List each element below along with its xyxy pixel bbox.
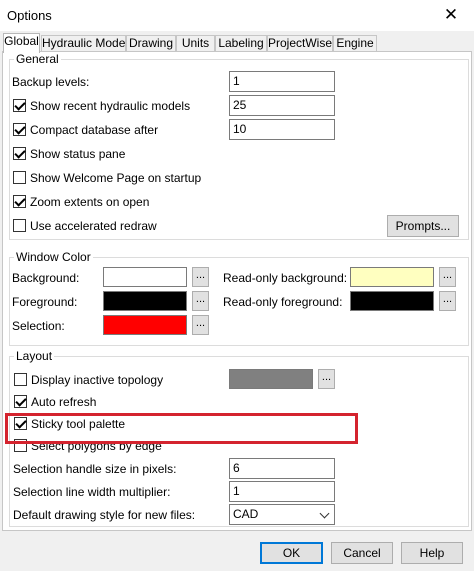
ro-background-label: Read-only background: — [223, 271, 348, 285]
ro-foreground-browse-button[interactable]: ... — [439, 291, 456, 311]
layout-group-title: Layout — [14, 349, 55, 363]
zoom-extents-checkbox[interactable] — [13, 195, 26, 208]
background-label: Background: — [12, 271, 80, 285]
backup-levels-input[interactable]: 1 — [229, 71, 335, 92]
tab-projectwise[interactable]: ProjectWise — [267, 35, 333, 52]
sticky-palette-label: Sticky tool palette — [31, 417, 126, 431]
tab-strip: Global Hydraulic Model Drawing Units Lab… — [0, 33, 474, 53]
tab-hydraulic-model[interactable]: Hydraulic Model — [41, 35, 128, 52]
show-recent-input[interactable]: 25 — [229, 95, 335, 116]
cancel-button[interactable]: Cancel — [331, 542, 393, 564]
backup-levels-label: Backup levels: — [12, 75, 90, 89]
drawing-style-label: Default drawing style for new files: — [13, 508, 196, 522]
welcome-page-label: Show Welcome Page on startup — [30, 171, 202, 185]
handle-size-input[interactable]: 6 — [229, 458, 335, 479]
title-bar: Options ✕ — [0, 0, 474, 31]
background-color-swatch[interactable] — [103, 267, 187, 287]
compact-db-checkbox[interactable] — [13, 123, 26, 136]
select-polygons-label: Select polygons by edge — [31, 439, 162, 453]
close-icon[interactable]: ✕ — [436, 3, 466, 27]
compact-db-label: Compact database after — [30, 123, 159, 137]
show-recent-label: Show recent hydraulic models — [30, 99, 191, 113]
tab-units[interactable]: Units — [176, 35, 215, 52]
help-button[interactable]: Help — [401, 542, 463, 564]
handle-size-label: Selection handle size in pixels: — [13, 462, 177, 476]
selection-color-swatch[interactable] — [103, 315, 187, 335]
inactive-topology-browse-button[interactable]: ... — [318, 369, 335, 389]
tab-drawing[interactable]: Drawing — [126, 35, 176, 52]
general-group: General Backup levels: 1 Show recent hyd… — [9, 52, 469, 240]
tab-global[interactable]: Global — [3, 33, 40, 53]
foreground-label: Foreground: — [12, 295, 78, 309]
window-color-group: Window Color Background: ... Read-only b… — [9, 250, 469, 346]
line-width-label: Selection line width multiplier: — [13, 485, 171, 499]
layout-group: Layout Display inactive topology ... Aut… — [9, 349, 469, 527]
foreground-color-swatch[interactable] — [103, 291, 187, 311]
prompts-button[interactable]: Prompts... — [387, 215, 459, 237]
welcome-page-checkbox[interactable] — [13, 171, 26, 184]
selection-browse-button[interactable]: ... — [192, 315, 209, 335]
zoom-extents-label: Zoom extents on open — [30, 195, 150, 209]
auto-refresh-label: Auto refresh — [31, 395, 97, 409]
ok-button[interactable]: OK — [260, 542, 323, 564]
ro-background-browse-button[interactable]: ... — [439, 267, 456, 287]
ro-background-color-swatch[interactable] — [350, 267, 434, 287]
line-width-input[interactable]: 1 — [229, 481, 335, 502]
general-group-title: General — [14, 52, 61, 66]
show-recent-checkbox[interactable] — [13, 99, 26, 112]
compact-db-input[interactable]: 10 — [229, 119, 335, 140]
ro-foreground-label: Read-only foreground: — [223, 295, 343, 309]
accelerated-redraw-label: Use accelerated redraw — [30, 219, 157, 233]
select-polygons-checkbox[interactable] — [14, 439, 27, 452]
sticky-palette-checkbox[interactable] — [14, 417, 27, 430]
inactive-topology-label: Display inactive topology — [31, 373, 164, 387]
window-color-group-title: Window Color — [14, 250, 93, 264]
ro-foreground-color-swatch[interactable] — [350, 291, 434, 311]
tab-engine[interactable]: Engine — [333, 35, 377, 52]
inactive-topology-color-swatch[interactable] — [229, 369, 313, 389]
tab-panel-global: General Backup levels: 1 Show recent hyd… — [2, 51, 472, 531]
drawing-style-select[interactable]: CAD — [229, 504, 335, 525]
status-pane-checkbox[interactable] — [13, 147, 26, 160]
selection-label: Selection: — [12, 319, 65, 333]
background-browse-button[interactable]: ... — [192, 267, 209, 287]
window-title: Options — [7, 8, 52, 23]
tab-labeling[interactable]: Labeling — [215, 35, 267, 52]
chevron-down-icon — [319, 508, 330, 519]
accelerated-redraw-checkbox[interactable] — [13, 219, 26, 232]
inactive-topology-checkbox[interactable] — [14, 373, 27, 386]
foreground-browse-button[interactable]: ... — [192, 291, 209, 311]
auto-refresh-checkbox[interactable] — [14, 395, 27, 408]
status-pane-label: Show status pane — [30, 147, 126, 161]
drawing-style-value: CAD — [233, 507, 259, 521]
